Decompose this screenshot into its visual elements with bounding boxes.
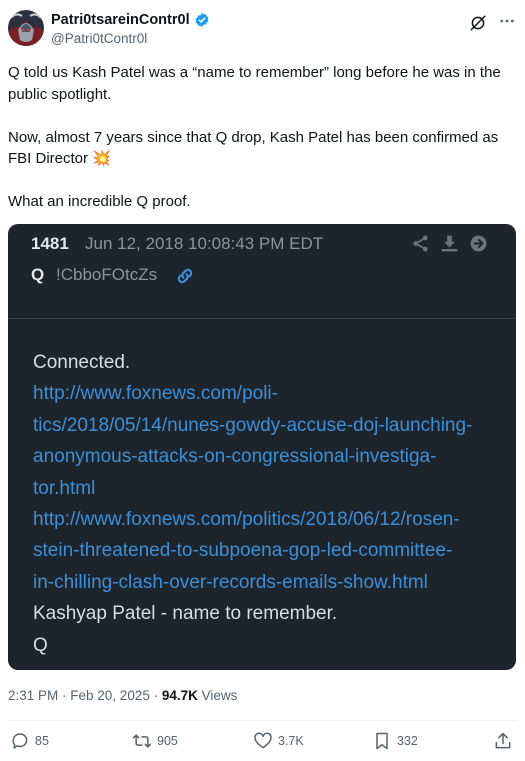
- display-name[interactable]: Patri0tsareinContr0l: [51, 12, 190, 28]
- tweet-header: Patri0tsareinContr0l @Patri0tContr0l: [8, 10, 517, 52]
- share-upload-icon: [495, 732, 511, 749]
- qdrop-line: Q: [33, 634, 48, 656]
- reply-count: 85: [35, 734, 49, 748]
- views-label: Views: [201, 688, 238, 703]
- tweet-paragraph: Q told us Kash Patel was a “name to reme…: [8, 64, 501, 103]
- tweet-text: Q told us Kash Patel was a “name to reme…: [8, 62, 513, 213]
- repost-icon: [132, 734, 152, 748]
- reply-button[interactable]: 85: [10, 731, 49, 751]
- tweet-meta: 2:31 PM · Feb 20, 2025 · 94.7K Views: [8, 688, 238, 703]
- qdrop-link-line: tor.html: [33, 477, 96, 499]
- qdrop-link-line: http://www.foxnews.com/poli-: [33, 383, 278, 405]
- bookmark-button[interactable]: 332: [372, 731, 418, 751]
- repost-button[interactable]: 905: [132, 731, 178, 751]
- qdrop-link-line: in-chilling-clash-over-records-emails-sh…: [33, 571, 428, 593]
- tweet-paragraph: What an incredible Q proof.: [8, 193, 191, 210]
- qdrop-image[interactable]: 1481 Jun 12, 2018 10:08:43 PM EDT Q !Cbb…: [8, 224, 516, 670]
- qdrop-icon-group: [411, 234, 488, 253]
- reply-icon: [12, 733, 28, 749]
- more-options-button[interactable]: [497, 12, 517, 32]
- qdrop-divider: [8, 318, 516, 319]
- qdrop-link-line: stein-threatened-to-subpoena-gop-led-com…: [33, 540, 453, 562]
- avatar[interactable]: [8, 10, 44, 46]
- like-count: 3.7K: [278, 734, 304, 748]
- more-icon: [500, 19, 514, 23]
- action-bar: 85 905 3.7K 332: [8, 731, 517, 755]
- handle[interactable]: @Patri0tContr0l: [51, 31, 147, 46]
- qdrop-link-line: anonymous-attacks-on-congressional-inves…: [33, 446, 437, 468]
- qdrop-link-line: tics/2018/05/14/nunes-gowdy-accuse-doj-l…: [33, 414, 473, 436]
- warrior-avatar-icon: [8, 10, 44, 46]
- post-date: Jun 12, 2018 10:08:43 PM EDT: [85, 234, 324, 253]
- qdrop-body: Connected. http://www.foxnews.com/poli- …: [33, 347, 503, 661]
- grok-button[interactable]: [469, 14, 487, 32]
- heart-icon: [254, 732, 272, 749]
- views-count: 94.7K: [161, 688, 198, 703]
- grok-icon: [470, 15, 486, 31]
- qdrop-link-line: http://www.foxnews.com/politics/2018/06/…: [33, 509, 460, 531]
- share-button[interactable]: [493, 731, 513, 751]
- bookmark-icon: [376, 732, 388, 750]
- qdrop-header: 1481 Jun 12, 2018 10:08:43 PM EDT Q !Cbb…: [8, 224, 516, 318]
- link-icon: [175, 266, 195, 286]
- tweet-paragraph: Now, almost 7 years since that Q drop, K…: [8, 128, 499, 168]
- qdrop-line: Kashyap Patel - name to remember.: [33, 603, 338, 625]
- divider: [8, 720, 517, 721]
- like-button[interactable]: 3.7K: [253, 731, 304, 751]
- qdrop-line: Connected.: [33, 352, 131, 373]
- name-row: Patri0tsareinContr0l: [51, 12, 210, 28]
- post-number: 1481: [31, 234, 69, 253]
- arrow-circle-icon: [469, 234, 488, 253]
- download-icon: [440, 234, 459, 253]
- tweet-date[interactable]: Feb 20, 2025: [70, 688, 150, 703]
- bookmark-count: 332: [397, 734, 418, 748]
- share-icon: [411, 234, 430, 253]
- verified-badge-icon: [195, 13, 209, 27]
- qdrop-author: Q: [31, 265, 45, 284]
- repost-count: 905: [157, 734, 178, 748]
- tripcode: !CbboFOtcZs: [56, 265, 158, 284]
- tweet-time[interactable]: 2:31 PM: [8, 688, 58, 703]
